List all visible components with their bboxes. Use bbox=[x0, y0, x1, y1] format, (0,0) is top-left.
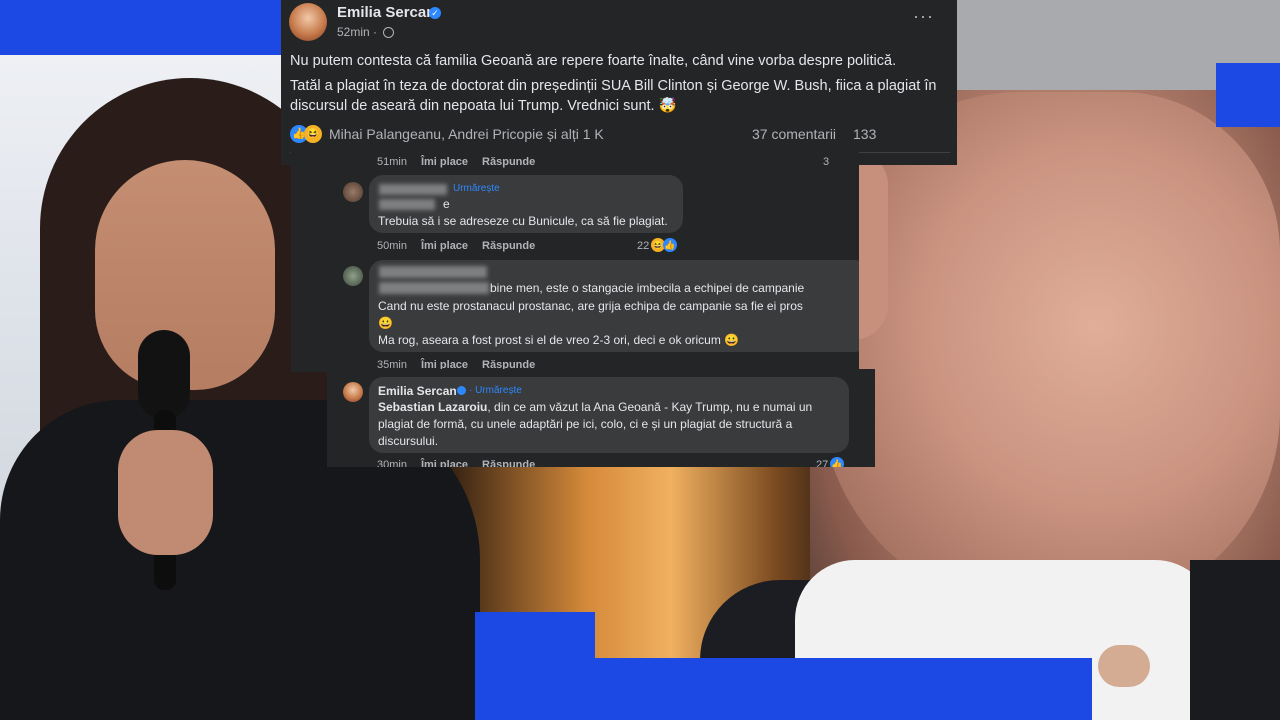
author-avatar[interactable] bbox=[289, 3, 327, 41]
blurred-name bbox=[379, 266, 487, 278]
woman-hand bbox=[118, 430, 213, 555]
comments-count[interactable]: 37 comentarii bbox=[752, 126, 836, 142]
reaction-count[interactable]: 27 bbox=[816, 459, 828, 467]
haha-reaction-icon: 😆 bbox=[304, 125, 322, 143]
reaction-names[interactable]: Mihai Palangeanu, Andrei Pricopie și alț… bbox=[329, 126, 604, 142]
mentioned-user[interactable]: Sebastian Lazaroiu bbox=[378, 400, 487, 414]
reply-text-line: plagiat de formă, cu unele adaptări pe i… bbox=[378, 417, 793, 431]
like-link[interactable]: Îmi place bbox=[421, 240, 468, 252]
comment-actions: 51min Îmi place Răspunde bbox=[377, 156, 535, 168]
shares-count[interactable]: 133 bbox=[853, 126, 876, 142]
man-face bbox=[820, 92, 1280, 612]
author-reply-card: Emilia Sercan · Urmărește Sebastian Laza… bbox=[327, 369, 875, 467]
comment-text-line: bine men, este o stangacie imbecila a ec… bbox=[490, 281, 805, 295]
like-reaction-icon: 👍 bbox=[663, 238, 677, 252]
reply-text: , din ce am văzut la Ana Geoană - Kay Tr… bbox=[487, 400, 813, 414]
comment-bubble: Urmărește e Trebuia să i se adreseze cu … bbox=[369, 175, 683, 233]
commenter-avatar[interactable] bbox=[343, 266, 363, 286]
more-options-icon[interactable]: ··· bbox=[913, 6, 934, 27]
like-reaction-icon: 👍 bbox=[830, 457, 844, 467]
post-author-name[interactable]: Emilia Sercan bbox=[337, 4, 435, 21]
comment-bubble: bine men, este o stangacie imbecila a ec… bbox=[369, 260, 859, 352]
follow-link[interactable]: · Urmărește bbox=[469, 385, 522, 396]
comment-bubble: Emilia Sercan · Urmărește Sebastian Laza… bbox=[369, 377, 849, 453]
blue-band-bottom-wide bbox=[590, 658, 1092, 720]
post-text-paragraph-2: Tatăl a plagiat în teza de doctorat din … bbox=[290, 76, 955, 116]
headset-microphone bbox=[1098, 645, 1150, 687]
reaction-count[interactable]: 22 bbox=[637, 240, 649, 252]
blurred-name bbox=[379, 184, 447, 195]
comment-time[interactable]: 51min bbox=[377, 156, 407, 168]
post-text-paragraph-1: Nu putem contesta că familia Geoană are … bbox=[290, 53, 897, 69]
blue-block-right bbox=[1216, 63, 1280, 127]
comment-time[interactable]: 30min bbox=[377, 459, 407, 467]
reaction-icons[interactable]: 👍😆 bbox=[290, 125, 322, 145]
comment-text-line: 😀 bbox=[378, 316, 393, 330]
reply-link[interactable]: Răspunde bbox=[482, 459, 535, 467]
reply-text-line: Sebastian Lazaroiu, din ce am văzut la A… bbox=[378, 399, 812, 415]
reply-link[interactable]: Răspunde bbox=[482, 240, 535, 252]
comment-actions: 50min Îmi place Răspunde bbox=[377, 240, 535, 252]
like-link[interactable]: Îmi place bbox=[421, 459, 468, 467]
commenter-avatar[interactable] bbox=[343, 182, 363, 202]
post-text-line: Tatăl a plagiat în teza de doctorat din … bbox=[290, 78, 937, 94]
comment-actions: 30min Îmi place Răspunde bbox=[377, 459, 535, 467]
reaction-count[interactable]: 3 bbox=[823, 156, 829, 168]
blurred-name bbox=[379, 199, 435, 210]
comments-section: 51min Îmi place Răspunde 3 Urmărește e Tre… bbox=[291, 150, 859, 372]
blue-band-top-left bbox=[0, 0, 290, 55]
author-avatar[interactable] bbox=[343, 382, 363, 402]
globe-icon bbox=[383, 27, 394, 38]
post-timestamp[interactable]: 52min · bbox=[337, 25, 377, 39]
blue-band-bottom bbox=[475, 612, 595, 720]
reply-author-name[interactable]: Emilia Sercan bbox=[378, 383, 457, 399]
post-text-line: discursul de aseară din nepoata lui Trum… bbox=[290, 98, 677, 114]
comment-name-tail: e bbox=[443, 197, 450, 211]
man-jacket-right bbox=[1190, 560, 1280, 720]
microphone bbox=[138, 330, 190, 420]
blurred-name bbox=[379, 282, 489, 294]
comment-time[interactable]: 50min bbox=[377, 240, 407, 252]
verified-badge-icon bbox=[457, 386, 466, 395]
comment-text: Trebuia să i se adreseze cu Bunicule, ca… bbox=[378, 214, 668, 228]
reply-link[interactable]: Răspunde bbox=[482, 156, 535, 168]
comment-text-line: Ma rog, aseara a fost prost si el de vre… bbox=[378, 333, 740, 347]
follow-link[interactable]: Urmărește bbox=[453, 183, 500, 194]
like-link[interactable]: Îmi place bbox=[421, 156, 468, 168]
comment-text-line: Cand nu este prostanacul prostanac, are … bbox=[378, 299, 803, 313]
reply-text-line: discursului. bbox=[378, 434, 439, 448]
facebook-post-card: Emilia Sercan ✓ 52min · ··· Nu putem con… bbox=[281, 0, 957, 165]
verified-badge-icon: ✓ bbox=[429, 7, 441, 19]
